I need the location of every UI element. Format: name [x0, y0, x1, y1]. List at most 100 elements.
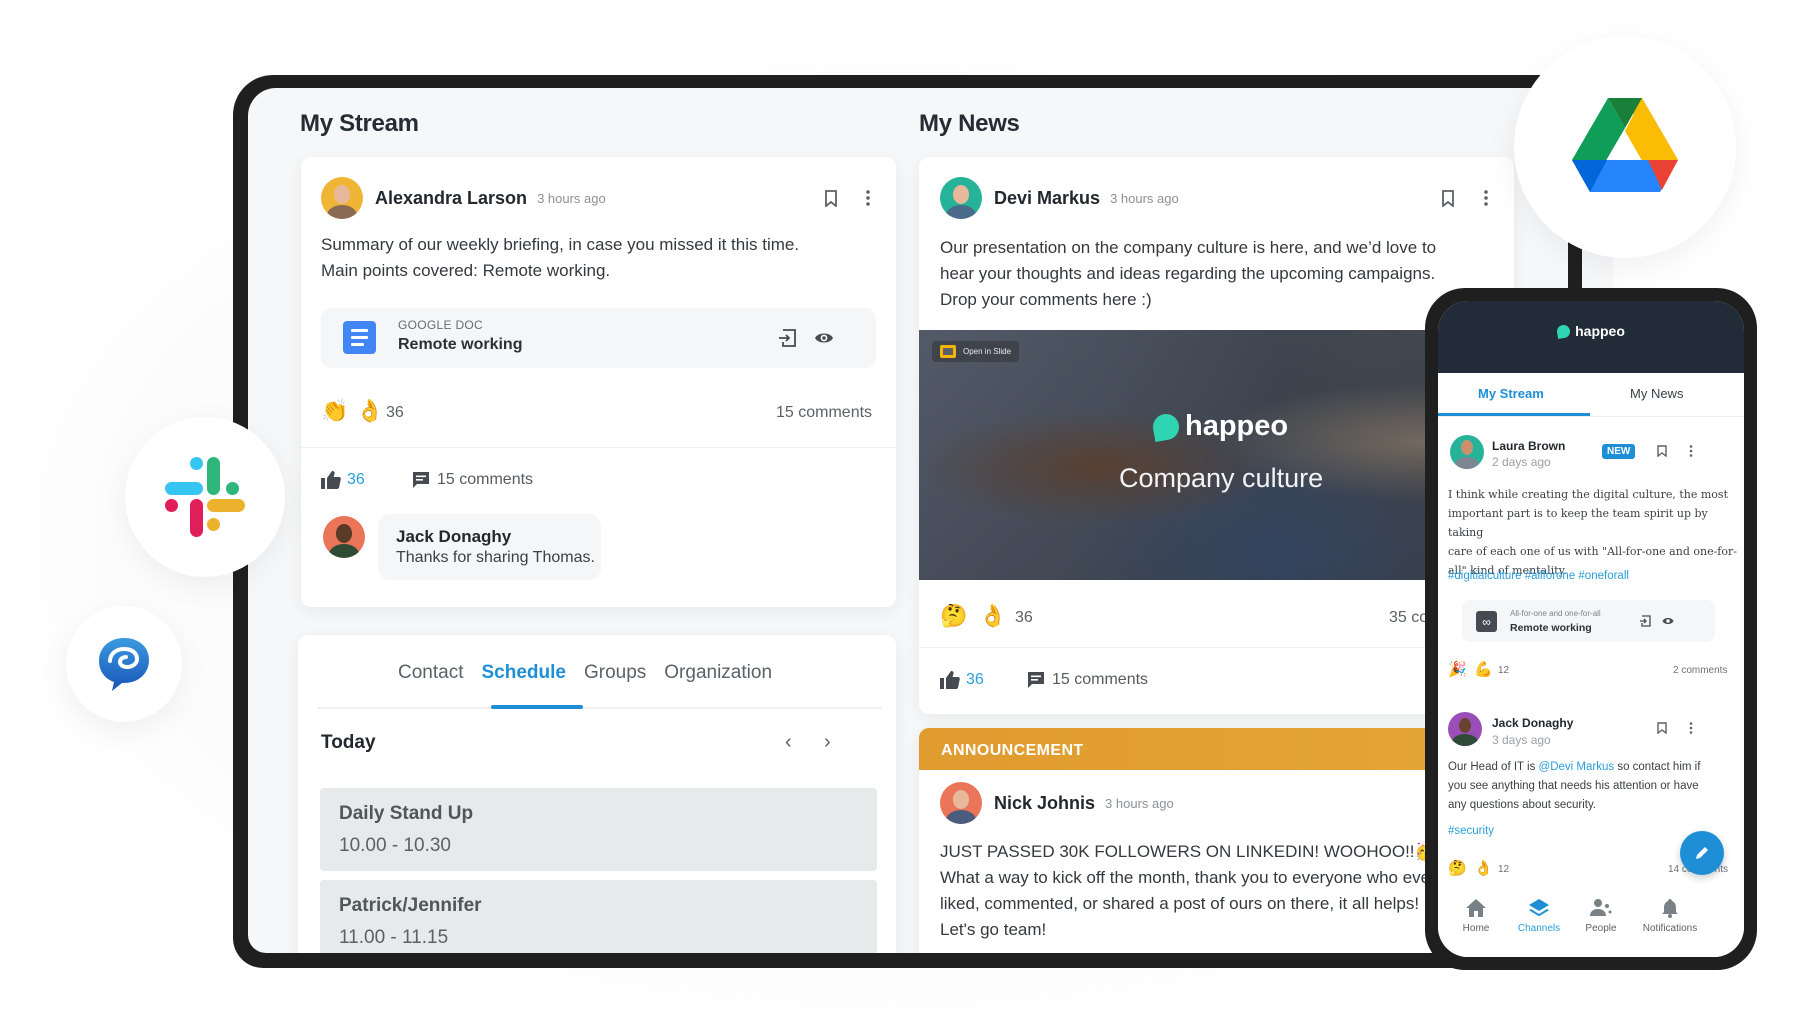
- chat-bubble-icon: [99, 638, 149, 691]
- event-title: Daily Stand Up: [339, 803, 474, 824]
- post-text-line: Summary of our weekly briefing, in case …: [321, 235, 800, 254]
- comment-author[interactable]: Jack Donaghy: [396, 527, 511, 547]
- post-text-line: I think while creating the digital cultu…: [1448, 488, 1728, 501]
- next-day-chevron-icon[interactable]: ›: [824, 731, 831, 754]
- bookmark-icon[interactable]: [1657, 445, 1667, 457]
- more-options-icon[interactable]: [857, 187, 879, 209]
- tab-contact[interactable]: Contact: [389, 662, 472, 684]
- nav-notifications[interactable]: Notifications: [1630, 897, 1710, 934]
- hashtags[interactable]: #security: [1448, 825, 1494, 837]
- google-doc-attachment[interactable]: GOOGLE DOC Remote working: [321, 308, 876, 368]
- reaction-count: 12: [1498, 864, 1510, 875]
- avatar[interactable]: [321, 177, 363, 219]
- author-name[interactable]: Nick Johnis: [994, 793, 1095, 814]
- like-button[interactable]: 36: [321, 471, 365, 489]
- author-name[interactable]: Laura Brown: [1492, 439, 1565, 453]
- comments-count[interactable]: 2 comments: [1673, 665, 1727, 676]
- event-time: 10.00 - 10.30: [339, 835, 451, 856]
- phone-header: happeo: [1438, 301, 1744, 373]
- bookmark-icon[interactable]: [820, 187, 842, 209]
- reaction-emoji-ok[interactable]: 👌: [1474, 859, 1493, 877]
- commenter-avatar[interactable]: [323, 516, 365, 558]
- link-attachment[interactable]: ∞ All-for-one and one-for-all Remote wor…: [1462, 600, 1715, 642]
- bookmark-icon[interactable]: [1657, 722, 1667, 734]
- reaction-emoji-ok[interactable]: 👌: [979, 605, 1006, 627]
- phone-tabs: My Stream My News: [1438, 373, 1744, 417]
- post-text-line: Let's go team!: [940, 920, 1047, 939]
- reaction-emoji-clap[interactable]: 👏: [321, 400, 348, 422]
- author-name[interactable]: Alexandra Larson: [375, 188, 527, 209]
- post-text-line: liked, commented, or shared a post of ou…: [940, 894, 1420, 913]
- post-text: Our Head of IT is @Devi Markus so contac…: [1448, 758, 1738, 815]
- more-options-icon[interactable]: [1689, 722, 1693, 734]
- tab-my-news[interactable]: My News: [1630, 386, 1683, 401]
- open-in-slide-button[interactable]: Open in Slide: [932, 341, 1020, 362]
- post-text: Our presentation on the company culture …: [940, 235, 1436, 313]
- reaction-count: 12: [1498, 665, 1510, 676]
- nav-label: Notifications: [1642, 923, 1698, 934]
- comment-bubble: Jack Donaghy Thanks for sharing Thomas.: [378, 514, 601, 580]
- avatar[interactable]: [1448, 712, 1482, 746]
- avatar[interactable]: [940, 177, 982, 219]
- nav-label: Channels: [1517, 923, 1561, 934]
- attachment-name: Remote working: [1510, 622, 1592, 634]
- hashtags[interactable]: #digitialculture #allforone #oneforall: [1448, 570, 1629, 582]
- comments-count[interactable]: 15 comments: [776, 404, 872, 422]
- open-in-slide-label: Open in Slide: [963, 347, 1012, 356]
- announcement-text: JUST PASSED 30K FOLLOWERS ON LINKEDIN! W…: [940, 839, 1436, 943]
- text-segment: Our Head of IT is: [1448, 761, 1539, 773]
- author-name[interactable]: Jack Donaghy: [1492, 716, 1573, 730]
- tab-groups[interactable]: Groups: [575, 662, 655, 684]
- reaction-emoji-party[interactable]: 🎉: [1448, 660, 1467, 678]
- google-slides-icon: [940, 345, 956, 358]
- more-options-icon[interactable]: [1689, 445, 1693, 457]
- bookmark-icon[interactable]: [1437, 187, 1459, 209]
- avatar[interactable]: [940, 782, 982, 824]
- bottom-navigation: Home Channels People Notifications: [1438, 885, 1744, 957]
- reaction-emoji-ok[interactable]: 👌: [356, 400, 383, 422]
- reaction-emoji-muscle[interactable]: 💪: [1474, 660, 1493, 678]
- compose-button[interactable]: [1680, 831, 1724, 875]
- tab-schedule[interactable]: Schedule: [472, 662, 574, 684]
- previous-day-chevron-icon[interactable]: ‹: [785, 731, 792, 754]
- tab-my-stream[interactable]: My Stream: [1478, 386, 1544, 401]
- mention-link[interactable]: @Devi Markus: [1539, 761, 1615, 773]
- more-options-icon[interactable]: [1475, 187, 1497, 209]
- chat-integration[interactable]: [66, 606, 182, 722]
- preview-eye-icon[interactable]: [813, 327, 835, 349]
- like-button[interactable]: 36: [940, 671, 984, 689]
- post-text-line: important part is to keep the team spiri…: [1448, 507, 1708, 539]
- schedule-event[interactable]: Daily Stand Up 10.00 - 10.30: [320, 788, 877, 871]
- google-drive-integration[interactable]: [1514, 36, 1736, 258]
- author-name[interactable]: Devi Markus: [994, 188, 1100, 209]
- post-text-line: Our Head of IT is @Devi Markus so contac…: [1448, 758, 1738, 777]
- nav-channels[interactable]: Channels: [1504, 897, 1574, 934]
- schedule-event[interactable]: Patrick/Jennifer 11.00 - 11.15: [320, 880, 877, 953]
- comments-label: 15 comments: [1052, 671, 1149, 688]
- reaction-emoji-thinking[interactable]: 🤔: [940, 605, 967, 627]
- post-text-line: you see anything that needs his attentio…: [1448, 780, 1699, 792]
- post-text-line: Drop your comments here :): [940, 290, 1152, 309]
- open-external-icon[interactable]: [776, 327, 798, 349]
- happeo-logo: happeo: [1150, 410, 1288, 443]
- like-count: 36: [347, 471, 365, 488]
- avatar[interactable]: [1450, 435, 1484, 469]
- nav-people[interactable]: People: [1566, 897, 1636, 934]
- slack-integration[interactable]: [125, 417, 285, 577]
- comments-button[interactable]: 15 comments: [412, 471, 533, 489]
- attachment-subtitle: All-for-one and one-for-all: [1510, 609, 1601, 618]
- stream-post-card: Alexandra Larson 3 hours ago Summary of …: [301, 157, 896, 607]
- reaction-emoji-thinking[interactable]: 🤔: [1448, 859, 1467, 877]
- tablet-screen: My Stream My News Alexandra Larson 3 hou…: [248, 88, 1613, 953]
- people-icon: [1590, 899, 1612, 916]
- comments-button[interactable]: 15 comments: [1027, 671, 1148, 689]
- preview-eye-icon[interactable]: [1662, 617, 1674, 625]
- open-external-icon[interactable]: [1639, 615, 1651, 627]
- happeo-leaf-icon: [1556, 323, 1572, 339]
- nav-home[interactable]: Home: [1441, 897, 1511, 934]
- comment-icon: [1028, 672, 1044, 688]
- my-news-title: My News: [919, 110, 1020, 137]
- tab-organization[interactable]: Organization: [655, 662, 781, 684]
- tablet-device: My Stream My News Alexandra Larson 3 hou…: [233, 75, 1613, 968]
- pencil-icon: [1696, 847, 1708, 859]
